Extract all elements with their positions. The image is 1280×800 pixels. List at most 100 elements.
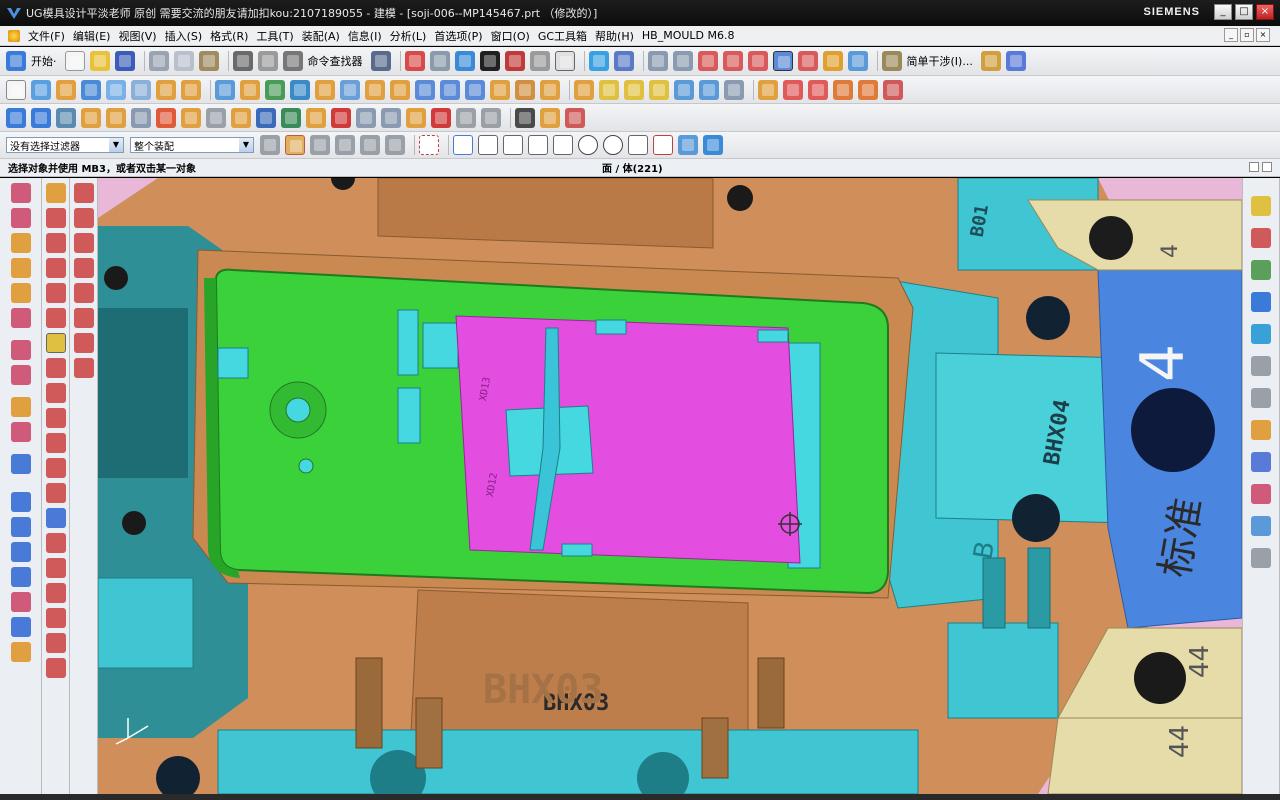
swept-icon[interactable] [10, 365, 31, 385]
palette-icon[interactable] [1251, 548, 1271, 568]
extrude-icon[interactable] [31, 79, 51, 100]
curve-icon[interactable] [10, 233, 31, 253]
slider-icon[interactable] [331, 107, 351, 128]
lifter-icon[interactable] [356, 107, 376, 128]
system-materials-icon[interactable] [1251, 388, 1271, 408]
menu-preferences[interactable]: 首选项(P) [430, 28, 486, 44]
point-on-curve-snap-icon[interactable] [653, 135, 673, 155]
extension-icon[interactable] [10, 567, 31, 587]
new-file-icon[interactable] [64, 51, 85, 71]
law-extension-icon[interactable] [10, 542, 31, 562]
graphics-window[interactable]: B01 4 4 BHX04 标准 B BHX03 BHX03 44 44 XD1… [98, 178, 1242, 794]
roles-icon[interactable] [1251, 484, 1271, 504]
fillet-curve-icon[interactable] [45, 408, 66, 428]
delete-face-icon[interactable] [81, 107, 101, 128]
body-rule-icon[interactable] [385, 135, 405, 155]
chamfer-curve-icon[interactable] [45, 383, 66, 403]
reposition-icon[interactable] [772, 51, 793, 71]
menu-gc-toolkit[interactable]: GC工具箱 [534, 28, 591, 44]
constraint-navigator-icon[interactable] [1251, 228, 1271, 248]
selection-scope-dropdown[interactable]: 整个装配 ▼ [130, 137, 254, 153]
bridge-curve-icon[interactable] [45, 508, 66, 528]
assembly-icon[interactable] [647, 51, 668, 71]
spline-icon[interactable] [10, 258, 31, 278]
check-clearance-icon[interactable] [847, 51, 868, 71]
point-on-face-snap-icon[interactable] [678, 135, 698, 155]
cue-minimize-button[interactable] [1249, 162, 1259, 172]
unite-icon[interactable] [674, 79, 694, 100]
ejector-icon[interactable] [883, 79, 903, 100]
mid-point-snap-icon[interactable] [478, 135, 498, 155]
electrode-icon[interactable] [231, 107, 251, 128]
select-icon[interactable] [370, 51, 391, 71]
interference-icon[interactable] [881, 51, 902, 71]
zoom-icon[interactable] [429, 51, 450, 71]
process-studio-icon[interactable] [1251, 420, 1271, 440]
menu-tools[interactable]: 工具(T) [252, 28, 297, 44]
text-curve-icon[interactable] [45, 658, 66, 678]
system-scene-icon[interactable] [1251, 516, 1271, 536]
show-hide-icon[interactable] [515, 107, 535, 128]
tangent-snap-icon[interactable] [553, 135, 573, 155]
cue-close-button[interactable] [1262, 162, 1272, 172]
intersect-icon[interactable] [724, 79, 744, 100]
shell-icon[interactable] [574, 79, 594, 100]
command-finder-icon[interactable] [282, 51, 303, 71]
groove-icon[interactable] [340, 79, 360, 100]
parting-icon[interactable] [783, 79, 803, 100]
close-button[interactable]: × [1256, 4, 1274, 20]
arc-center-snap-icon[interactable] [578, 135, 598, 155]
maximize-button[interactable]: □ [1235, 4, 1253, 20]
render-style-icon[interactable] [479, 51, 500, 71]
move-object-icon[interactable] [31, 107, 51, 128]
constraint-icon[interactable] [722, 51, 743, 71]
part-navigator-icon[interactable] [1251, 260, 1271, 280]
pyramid-icon[interactable] [81, 79, 101, 100]
trim-sheet-icon[interactable] [10, 592, 31, 612]
reuse-library-icon[interactable] [1251, 292, 1271, 312]
line-icon[interactable] [45, 183, 66, 203]
helix-icon[interactable] [45, 333, 66, 353]
bounded-grid-snap-icon[interactable] [703, 135, 723, 155]
menu-insert[interactable]: 插入(S) [161, 28, 207, 44]
menu-view[interactable]: 视图(V) [114, 28, 160, 44]
feature-ops-icon[interactable] [6, 107, 26, 128]
measure-icon[interactable] [980, 51, 1001, 71]
history-icon[interactable] [1251, 356, 1271, 376]
edit-arc-icon[interactable] [73, 208, 94, 228]
smooth-spline-icon[interactable] [73, 308, 94, 328]
boss-icon[interactable] [240, 79, 260, 100]
reference-set-icon[interactable] [540, 107, 560, 128]
type-filter-dropdown[interactable]: 没有选择过滤器 ▼ [6, 137, 124, 153]
web-browser-icon[interactable] [1251, 324, 1271, 344]
sketch-icon[interactable] [6, 79, 26, 100]
snap-point-icon[interactable] [285, 135, 305, 155]
curve-length-icon[interactable] [73, 258, 94, 278]
control-point-snap-icon[interactable] [503, 135, 523, 155]
split-body-icon[interactable] [649, 79, 669, 100]
menu-hb-mould[interactable]: HB_MOULD M6.8 [638, 29, 739, 42]
menu-file[interactable]: 文件(F) [24, 28, 69, 44]
save-icon[interactable] [114, 51, 135, 71]
n-sided-surface-icon[interactable] [10, 492, 31, 512]
wrap-curve-icon[interactable] [45, 533, 66, 553]
doc-restore-button[interactable]: ▫ [1240, 28, 1254, 42]
start-button-label[interactable]: 开始· [31, 53, 57, 69]
section-curve-icon[interactable] [45, 608, 66, 628]
through-curves-icon[interactable] [10, 340, 31, 360]
emboss-icon[interactable] [365, 79, 385, 100]
mold-assembly-view[interactable]: B01 4 4 BHX04 标准 B BHX03 BHX03 44 44 XD1… [98, 178, 1242, 794]
isoparametric-icon[interactable] [45, 558, 66, 578]
mate-icon[interactable] [747, 51, 768, 71]
replace-face-icon[interactable] [56, 107, 76, 128]
manufacturing-wizard-icon[interactable] [1251, 452, 1271, 472]
layer-icon[interactable] [554, 51, 575, 71]
pocket-cut-icon[interactable] [381, 107, 401, 128]
trim-curve-icon[interactable] [45, 433, 66, 453]
cone-icon[interactable] [156, 79, 176, 100]
undo-icon[interactable] [232, 51, 253, 71]
divide-curve-icon[interactable] [45, 458, 66, 478]
menu-help[interactable]: 帮助(H) [591, 28, 638, 44]
rectangle-icon[interactable] [45, 358, 66, 378]
analysis-icon[interactable] [1005, 51, 1026, 71]
